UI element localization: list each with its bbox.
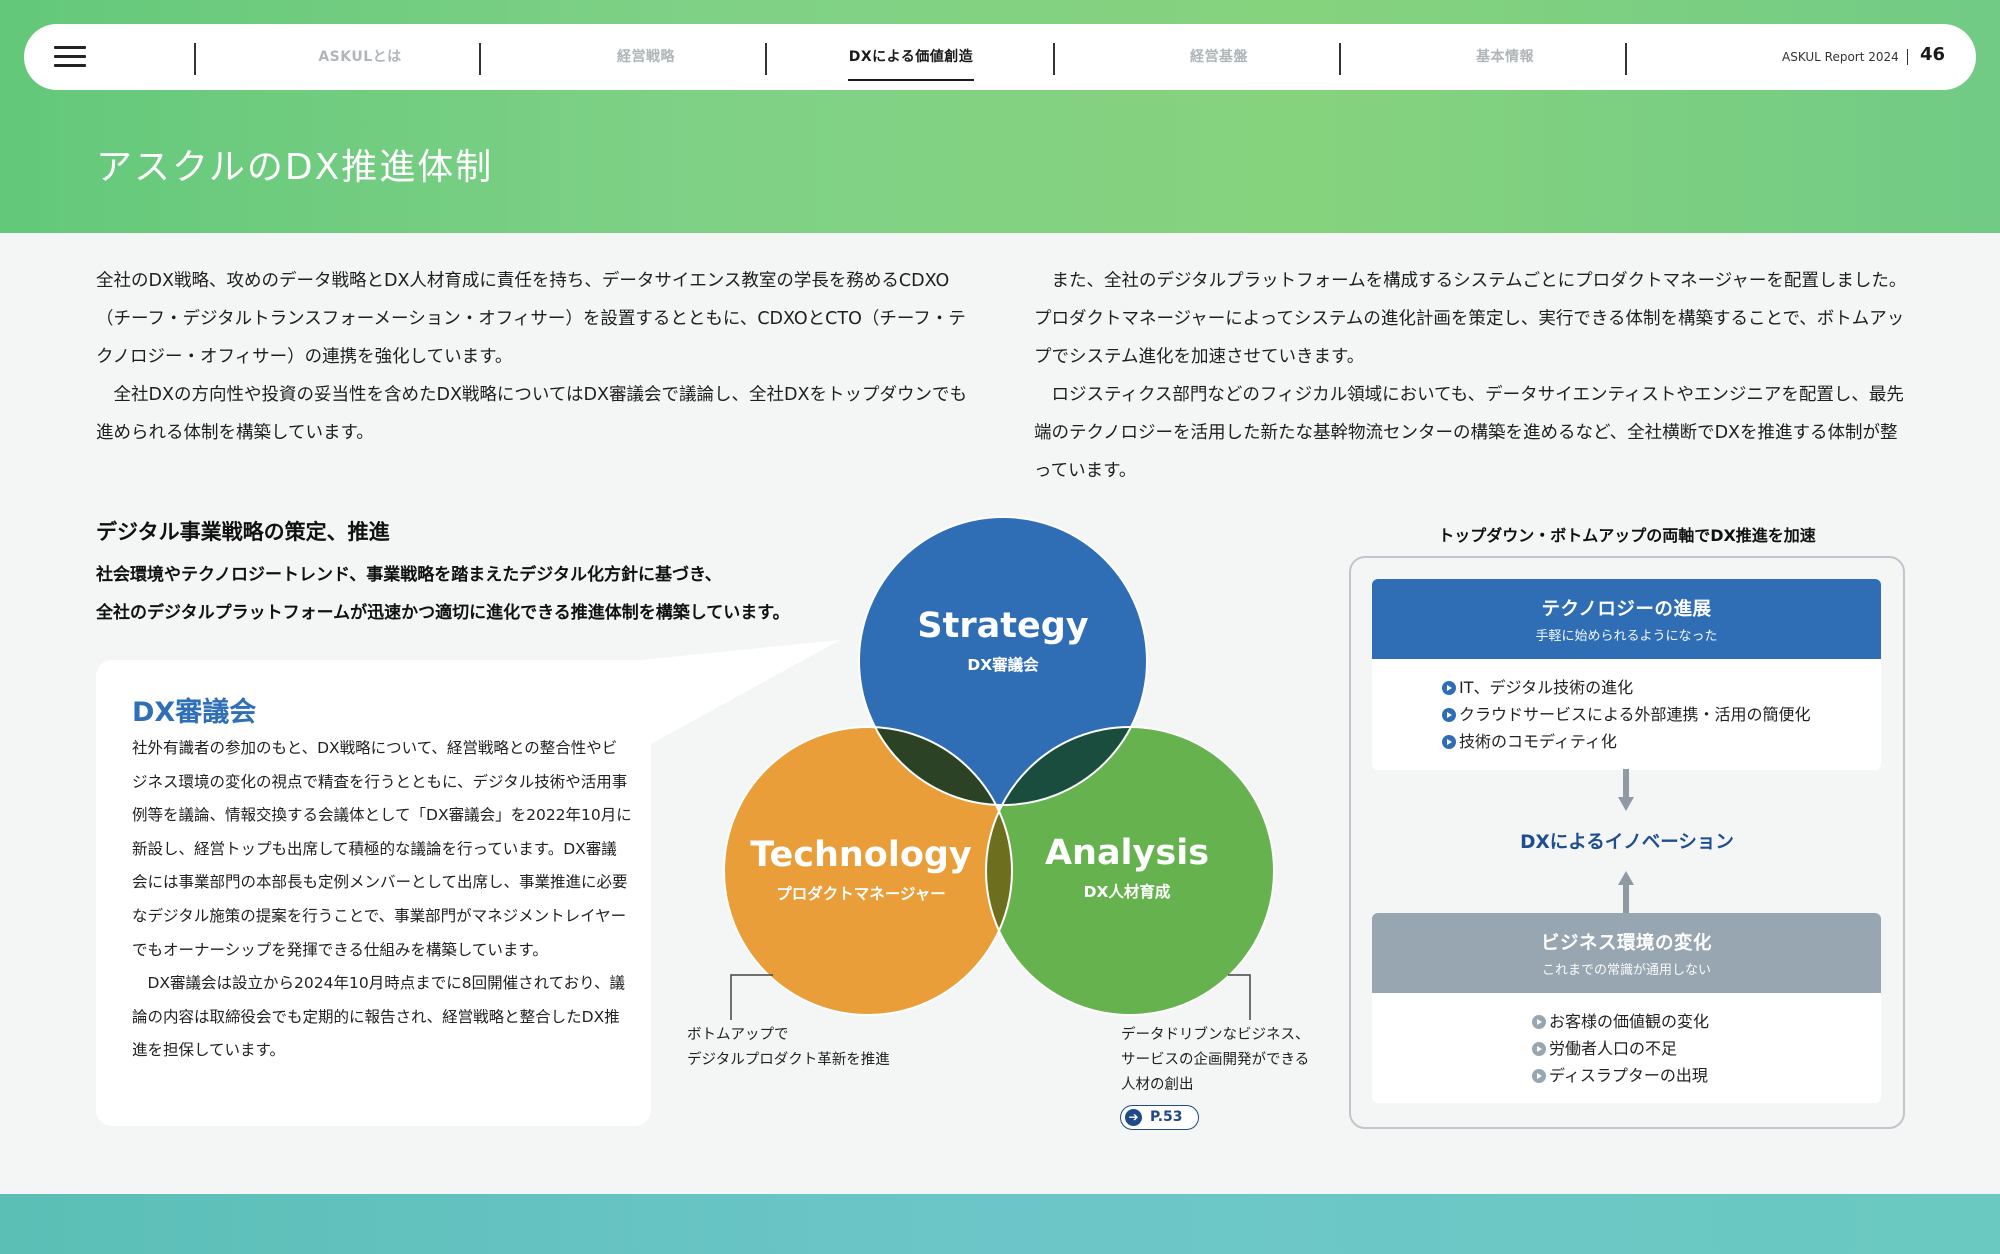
play-bullet-icon (1442, 735, 1456, 749)
note-right-bracket (1228, 974, 1251, 1020)
technology-label: Technology (750, 835, 972, 875)
list-item: ディスラプターの出現 (1532, 1062, 1881, 1089)
nav-divider (1339, 43, 1341, 75)
arrow-right-icon: ➔ (1125, 1109, 1142, 1126)
play-bullet-icon (1532, 1069, 1546, 1083)
card-body: 社外有識者の参加のもと、DX戦略について、経営戦略との整合性やビジネス環境の変化… (132, 732, 632, 1068)
play-bullet-icon (1532, 1015, 1546, 1029)
page-reference-text: P.53 (1150, 1109, 1183, 1125)
nav-divider (1907, 49, 1908, 65)
nav-item-info[interactable]: 基本情報 (1363, 46, 1647, 66)
list-item: 労働者人口の不足 (1532, 1035, 1881, 1062)
list-item: クラウドサービスによる外部連携・活用の簡便化 (1442, 701, 1881, 728)
dx-council-card: DX審議会 社外有識者の参加のもと、DX戦略について、経営戦略との整合性やビジネ… (96, 660, 651, 1126)
nav-item-askul[interactable]: ASKULとは (218, 46, 502, 66)
technology-sublabel: プロダクトマネージャー (776, 884, 945, 903)
section-heading: デジタル事業戦略の策定、推進 (96, 520, 390, 544)
note-line: デジタルプロダクト革新を推進 (687, 1052, 890, 1068)
card-paragraph: 社外有識者の参加のもと、DX戦略について、経営戦略との整合性やビジネス環境の変化… (132, 739, 632, 959)
card-paragraph: DX審議会は設立から2024年10月時点までに8回開催されており、議論の内容は取… (132, 974, 626, 1060)
active-tab-indicator (848, 79, 974, 81)
play-bullet-icon (1442, 708, 1456, 722)
intro-paragraph: 全社DXの方向性や投資の妥当性を含めたDX戦略についてはDX審議会で議論し、全社… (96, 385, 967, 443)
nav-divider (194, 43, 196, 75)
footer-band (0, 1194, 2000, 1254)
box-title: ビジネス環境の変化 (1540, 933, 1712, 954)
intro-paragraph: 全社のDX戦略、攻めのデータ戦略とDX人材育成に責任を持ち、データサイエンス教室… (96, 271, 966, 367)
top-navigation: ASKULとは 経営戦略 DXによる価値創造 経営基盤 基本情報 ASKUL R… (24, 24, 1976, 90)
business-change-list: お客様の価値観の変化 労働者人口の不足 ディスラプターの出現 (1372, 993, 1881, 1089)
technology-progress-list: IT、デジタル技術の進化 クラウドサービスによる外部連携・活用の簡便化 技術のコ… (1372, 659, 1881, 755)
note-line: サービスの企画開発ができる (1121, 1052, 1310, 1068)
card-title: DX審議会 (132, 697, 257, 728)
nav-divider (1053, 43, 1055, 75)
arrow-up-icon (1618, 871, 1634, 915)
venn-note-technology: ボトムアップで デジタルプロダクト革新を推進 (687, 1023, 890, 1073)
nav-divider (765, 43, 767, 75)
venn-note-analysis: データドリブンなビジネス、 サービスの企画開発ができる 人材の創出 (1121, 1023, 1310, 1098)
technology-progress-header: テクノロジーの進展 手軽に始められるようになった (1372, 579, 1881, 659)
nav-divider (479, 43, 481, 75)
note-left-bracket (730, 974, 773, 1020)
business-change-box: ビジネス環境の変化 これまでの常識が通用しない お客様の価値観の変化 労働者人口… (1372, 913, 1881, 1103)
page-title: アスクルのDX推進体制 (96, 147, 494, 188)
analysis-label: Analysis (1045, 833, 1209, 873)
intro-right-column: また、全社のデジタルプラットフォームを構成するシステムごとにプロダクトマネージャ… (1034, 262, 1914, 490)
venn-diagram: Strategy DX審議会 Technology プロダクトマネージャー An… (723, 516, 1275, 1020)
dx-innovation-label: DXによるイノベーション (1520, 832, 1734, 853)
arrow-down-icon (1618, 769, 1634, 811)
play-bullet-icon (1532, 1042, 1546, 1056)
analysis-sublabel: DX人材育成 (1084, 882, 1171, 901)
play-bullet-icon (1442, 681, 1456, 695)
strategy-label: Strategy (917, 606, 1088, 646)
intro-paragraph: また、全社のデジタルプラットフォームを構成するシステムごとにプロダクトマネージャ… (1034, 271, 1907, 367)
strategy-sublabel: DX審議会 (967, 655, 1039, 674)
box-title: テクノロジーの進展 (1541, 599, 1712, 620)
nav-item-strategy[interactable]: 経営戦略 (504, 46, 788, 66)
box-subtitle: 手軽に始められるようになった (1535, 629, 1718, 644)
right-panel-title: トップダウン・ボトムアップの両軸でDX推進を加速 (1438, 526, 1816, 545)
note-line: データドリブンなビジネス、 (1121, 1027, 1310, 1043)
nav-divider (1625, 43, 1627, 75)
note-line: ボトムアップで (687, 1027, 789, 1043)
business-change-header: ビジネス環境の変化 これまでの常識が通用しない (1372, 913, 1881, 993)
list-item: IT、デジタル技術の進化 (1442, 674, 1881, 701)
list-item: 技術のコモディティ化 (1442, 728, 1881, 755)
nav-item-dx[interactable]: DXによる価値創造 (769, 46, 1053, 66)
report-name: ASKUL Report 2024 (1782, 50, 1899, 64)
hamburger-menu-icon[interactable] (54, 46, 86, 68)
intro-left-column: 全社のDX戦略、攻めのデータ戦略とDX人材育成に責任を持ち、データサイエンス教室… (96, 262, 976, 452)
technology-progress-box: テクノロジーの進展 手軽に始められるようになった IT、デジタル技術の進化 クラ… (1372, 579, 1881, 770)
note-line: 人材の創出 (1121, 1077, 1194, 1093)
nav-item-foundation[interactable]: 経営基盤 (1077, 46, 1361, 66)
page-reference-link[interactable]: ➔ P.53 (1120, 1105, 1199, 1130)
intro-paragraph: ロジスティクス部門などのフィジカル領域においても、データサイエンティストやエンジ… (1034, 385, 1904, 481)
page-number: 46 (1920, 44, 1946, 65)
list-item: お客様の価値観の変化 (1532, 1008, 1881, 1035)
box-subtitle: これまでの常識が通用しない (1541, 963, 1711, 978)
